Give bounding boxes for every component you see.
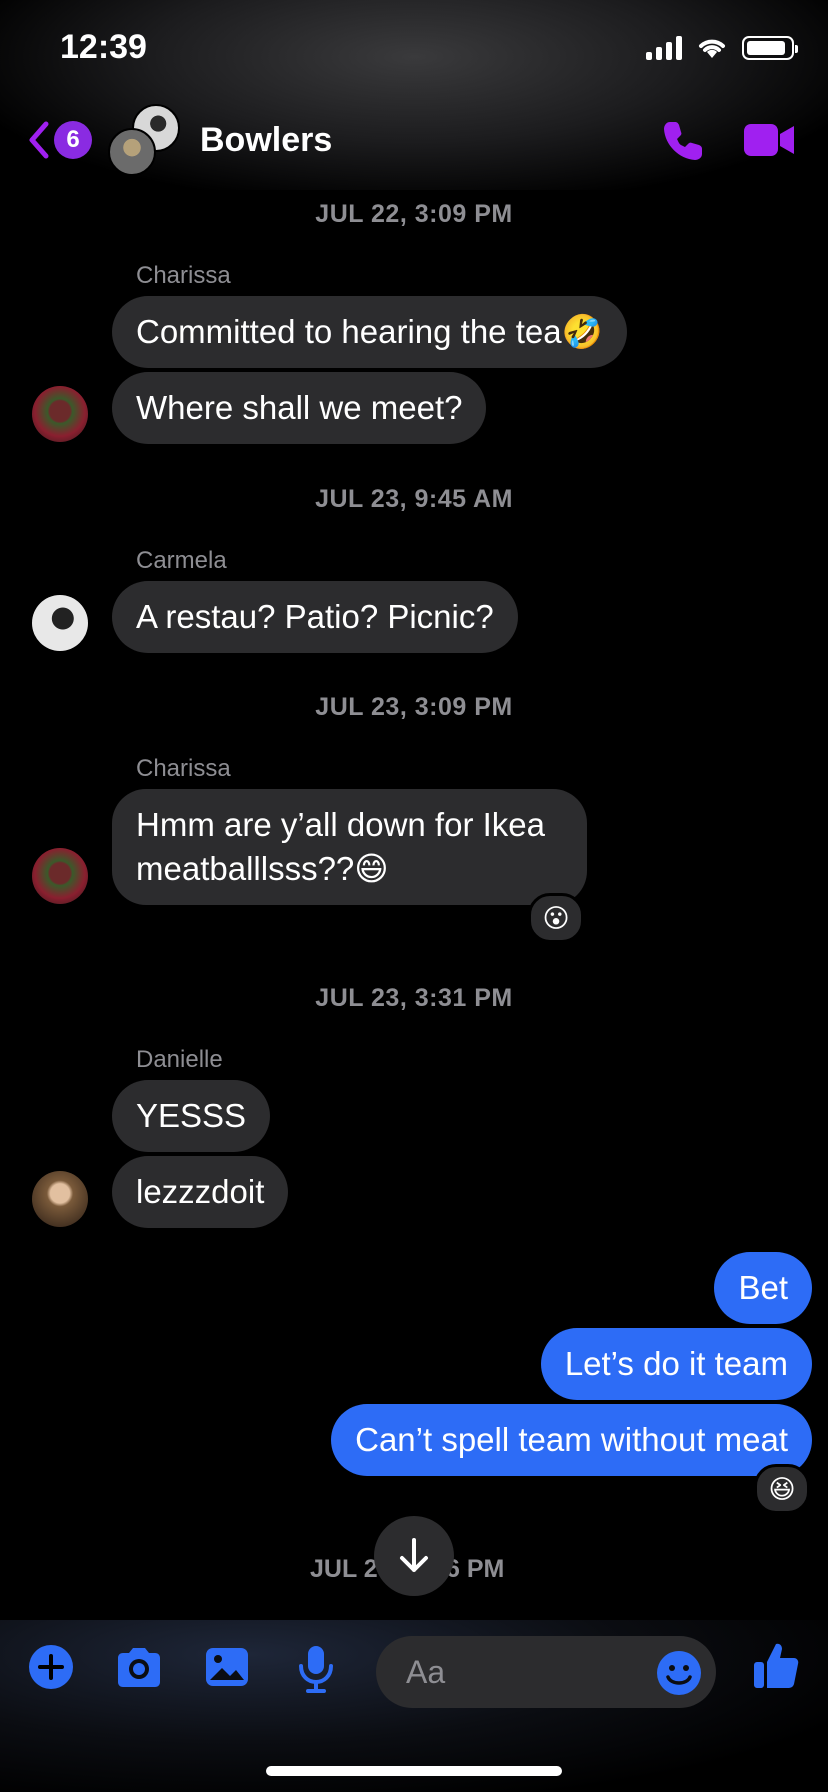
phone-icon[interactable] xyxy=(660,118,706,164)
timestamp: JUL 23, 9:45 AM xyxy=(315,485,513,513)
chevron-left-icon xyxy=(29,121,49,159)
message-bubble[interactable]: Committed to hearing the tea🤣 xyxy=(112,296,627,368)
timestamp-partial-left: JUL 2 xyxy=(310,1555,378,1583)
wifi-icon xyxy=(699,39,725,58)
sender-name: Carmela xyxy=(136,547,227,574)
signal-icon xyxy=(646,36,682,60)
avatar[interactable] xyxy=(32,848,88,904)
message-bubble-outgoing[interactable]: Can’t spell team without meat xyxy=(331,1404,812,1476)
status-icons xyxy=(646,36,798,60)
sender-name: Charissa xyxy=(136,262,231,289)
battery-icon xyxy=(742,36,798,60)
conversation-title[interactable]: Bowlers xyxy=(200,121,332,160)
message-reaction[interactable]: 😮 xyxy=(528,893,584,943)
timestamp: JUL 22, 3:09 PM xyxy=(315,200,513,228)
message-bubble[interactable]: Hmm are y’all down for Ikea meatballlsss… xyxy=(112,789,587,905)
message-line: Hmm are y’all down for Ikea xyxy=(136,806,545,843)
avatar[interactable] xyxy=(32,1171,88,1227)
message-line: meatballlsss??😄 xyxy=(136,850,389,887)
thumbs-up-icon[interactable] xyxy=(752,1640,800,1690)
back-button[interactable]: 6 xyxy=(26,120,92,160)
plus-icon[interactable] xyxy=(28,1644,74,1690)
scroll-to-bottom-button[interactable] xyxy=(374,1516,454,1596)
timestamp: JUL 23, 3:31 PM xyxy=(315,984,513,1012)
timestamp: JUL 23, 3:09 PM xyxy=(315,693,513,721)
message-bubble-outgoing[interactable]: Let’s do it team xyxy=(540,1328,812,1400)
sender-name: Danielle xyxy=(136,1046,223,1073)
emoji-icon[interactable] xyxy=(656,1650,702,1696)
sender-name: Charissa xyxy=(136,755,231,782)
message-reaction[interactable]: 😆 xyxy=(754,1464,810,1514)
avatar[interactable] xyxy=(32,595,88,651)
timestamp-partial-right: 6 PM xyxy=(446,1555,505,1583)
arrow-down-icon xyxy=(400,1538,428,1572)
message-bubble[interactable]: lezzzdoit xyxy=(112,1156,289,1228)
message-bubble-outgoing[interactable]: Bet xyxy=(714,1252,812,1324)
camera-icon[interactable] xyxy=(114,1644,164,1690)
message-bubble[interactable]: Where shall we meet? xyxy=(112,372,487,444)
message-input-placeholder: Aa xyxy=(406,1654,446,1690)
microphone-icon[interactable] xyxy=(296,1644,336,1694)
photo-icon[interactable] xyxy=(204,1644,250,1690)
message-bubble[interactable]: A restau? Patio? Picnic? xyxy=(112,581,518,653)
avatar[interactable] xyxy=(32,386,88,442)
home-indicator xyxy=(266,1766,562,1776)
group-avatar-2[interactable] xyxy=(108,128,156,176)
video-call-icon[interactable] xyxy=(744,122,796,158)
message-bubble[interactable]: YESSS xyxy=(112,1080,271,1152)
status-time: 12:39 xyxy=(60,28,147,66)
unread-badge: 6 xyxy=(54,121,92,159)
